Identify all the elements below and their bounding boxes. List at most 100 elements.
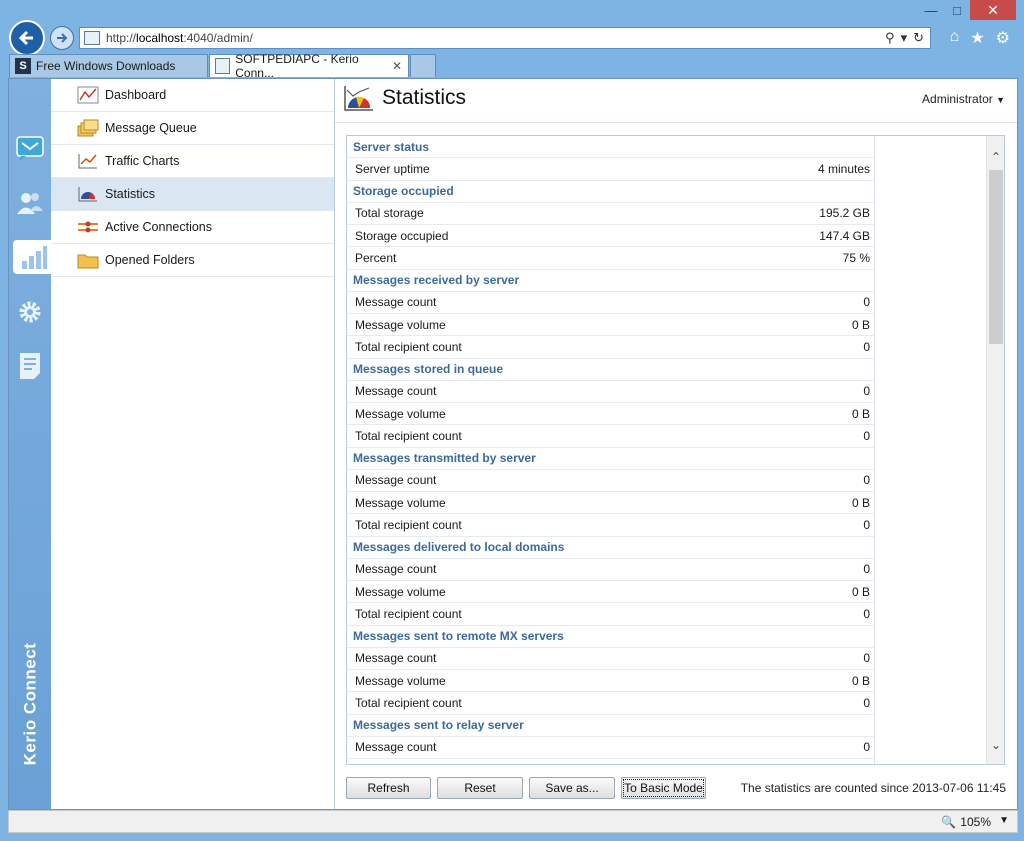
stat-label: Message volume <box>355 584 446 599</box>
forward-button[interactable] <box>50 26 74 50</box>
stat-row: Message volume 0 B <box>347 492 874 515</box>
traffic-charts-icon <box>77 152 99 170</box>
stat-label: Total storage <box>355 206 424 221</box>
browser-window: — □ ✕ http://localhost:4040/admin/ ⚲ ▾ ↻… <box>0 0 1024 841</box>
stat-label: Message count <box>355 562 437 577</box>
stat-value: 147.4 GB <box>819 228 870 243</box>
tab-kerio-connect[interactable]: SOFTPEDIAPC - Kerio Conn... ✕ <box>209 52 409 80</box>
minimize-button[interactable]: — <box>918 0 944 20</box>
site-favicon-icon <box>84 31 100 45</box>
stat-value: 0 <box>863 606 870 621</box>
favorites-star-icon[interactable]: ★ <box>970 28 984 48</box>
stat-label: Total recipient count <box>355 606 462 621</box>
scroll-thumb[interactable] <box>989 170 1003 344</box>
sidebar-item-dashboard[interactable]: Dashboard <box>51 79 334 112</box>
message-queue-icon <box>77 119 99 137</box>
sidebar-item-label: Statistics <box>105 187 156 201</box>
tab-label: Free Windows Downloads <box>36 59 176 73</box>
user-name: Administrator <box>922 92 993 106</box>
tab-bar: S Free Windows Downloads SOFTPEDIAPC - K… <box>0 52 1024 80</box>
scroll-down-icon[interactable]: ⌄ <box>987 738 1004 752</box>
sidebar-item-traffic-charts[interactable]: Traffic Charts <box>51 145 334 178</box>
tab-free-windows-downloads[interactable]: S Free Windows Downloads <box>9 54 208 77</box>
close-window-button[interactable]: ✕ <box>970 0 1016 20</box>
section-title: Messages stored in queue <box>353 362 504 377</box>
stat-label: Message count <box>355 740 437 755</box>
section-title: Messages transmitted by server <box>353 451 536 466</box>
active-connections-icon <box>77 218 99 236</box>
close-tab-icon[interactable]: ✕ <box>392 59 402 73</box>
column-divider <box>874 136 875 764</box>
statistics-icon[interactable] <box>13 240 53 274</box>
stat-row: Message count 0 <box>347 470 874 492</box>
section-header: Messages transmitted by server <box>347 448 874 470</box>
stat-label: Total recipient count <box>355 517 462 532</box>
maximize-button[interactable]: □ <box>944 0 970 20</box>
section-header: Messages stored in queue <box>347 359 874 381</box>
settings-icon[interactable] <box>13 295 47 329</box>
search-icon[interactable]: ⚲ <box>885 30 895 46</box>
stat-value: 0 <box>863 517 870 532</box>
stat-value: 0 <box>863 740 870 755</box>
stat-label: Message volume <box>355 317 446 332</box>
stat-value: 0 <box>863 473 870 488</box>
zoom-level: 105% <box>960 815 991 829</box>
save-as-button[interactable]: Save as... <box>529 777 615 799</box>
sidebar-item-label: Active Connections <box>105 220 213 234</box>
dropdown-icon[interactable]: ▾ <box>901 30 908 46</box>
section-header: Messages sent to remote MX servers <box>347 626 874 648</box>
refresh-icon[interactable]: ↻ <box>913 30 924 46</box>
stat-label: Storage occupied <box>355 228 449 243</box>
basic-mode-button[interactable]: To Basic Mode <box>621 777 706 799</box>
stat-label: Total recipient count <box>355 339 462 354</box>
zoom-dropdown-icon[interactable]: ▼ <box>999 815 1009 826</box>
section-rail: Kerio Connect <box>9 79 53 809</box>
address-bar[interactable]: http://localhost:4040/admin/ ⚲ ▾ ↻ <box>79 27 931 49</box>
sidebar-item-opened-folders[interactable]: Opened Folders <box>51 244 334 277</box>
stat-value: 0 <box>863 295 870 310</box>
statistics-main: Statistics Administrator ▼ Server status… <box>335 79 1017 809</box>
statistics-icon <box>77 185 99 203</box>
vertical-scrollbar[interactable]: ⌃ ⌄ <box>986 136 1004 764</box>
refresh-button[interactable]: Refresh <box>346 777 431 799</box>
logs-icon[interactable] <box>13 349 47 383</box>
stat-row: Total recipient count 0 <box>347 514 874 537</box>
statistics-panel: Server status Server uptime 4 minutes Stora… <box>346 135 1005 765</box>
stat-label: Message volume <box>355 673 446 688</box>
section-header: Messages received by server <box>347 270 874 292</box>
users-icon[interactable] <box>13 186 47 220</box>
stat-row: Message count 0 <box>347 381 874 403</box>
statistics-since: The statistics are counted since 2013-07… <box>741 781 1006 795</box>
gear-icon[interactable]: ⚙ <box>996 28 1010 48</box>
new-tab-button[interactable] <box>410 54 436 77</box>
stat-value: 0 <box>863 384 870 399</box>
sidebar-item-label: Opened Folders <box>105 253 195 267</box>
sidebar-item-label: Traffic Charts <box>105 154 180 168</box>
home-icon[interactable]: ⌂ <box>950 28 960 48</box>
section-header: Messages sent to relay server <box>347 715 874 737</box>
stat-label: Percent <box>355 250 397 265</box>
statistics-icon <box>344 86 373 111</box>
reset-button[interactable]: Reset <box>437 777 523 799</box>
sidebar-item-active-connections[interactable]: Active Connections <box>51 211 334 244</box>
site-favicon-icon <box>215 58 231 74</box>
sidebar-item-label: Message Queue <box>105 121 197 135</box>
zoom-icon: 🔍 <box>941 815 957 829</box>
stat-label: Message volume <box>355 406 446 421</box>
sidebar-item-statistics[interactable]: Statistics <box>51 178 334 211</box>
scroll-up-icon[interactable]: ⌃ <box>987 150 1004 164</box>
stat-value: 0 B <box>851 584 870 599</box>
stat-row: Storage occupied 147.4 GB <box>347 225 874 248</box>
back-button[interactable] <box>9 20 45 56</box>
stat-value: 0 B <box>851 495 870 510</box>
section-title: Messages sent to remote MX servers <box>353 629 564 644</box>
since-label: The statistics are counted since <box>740 781 909 795</box>
sidebar-item-message-queue[interactable]: Message Queue <box>51 112 334 145</box>
stat-row: Message count 0 <box>347 559 874 581</box>
user-menu[interactable]: Administrator ▼ <box>922 92 1005 106</box>
stat-value: 0 B <box>851 317 870 332</box>
zoom-control[interactable]: 🔍 105% <box>941 815 991 829</box>
stat-row: Total recipient count 0 <box>347 603 874 626</box>
mail-icon[interactable] <box>13 131 47 165</box>
stat-row: Total recipient count 0 <box>347 336 874 359</box>
